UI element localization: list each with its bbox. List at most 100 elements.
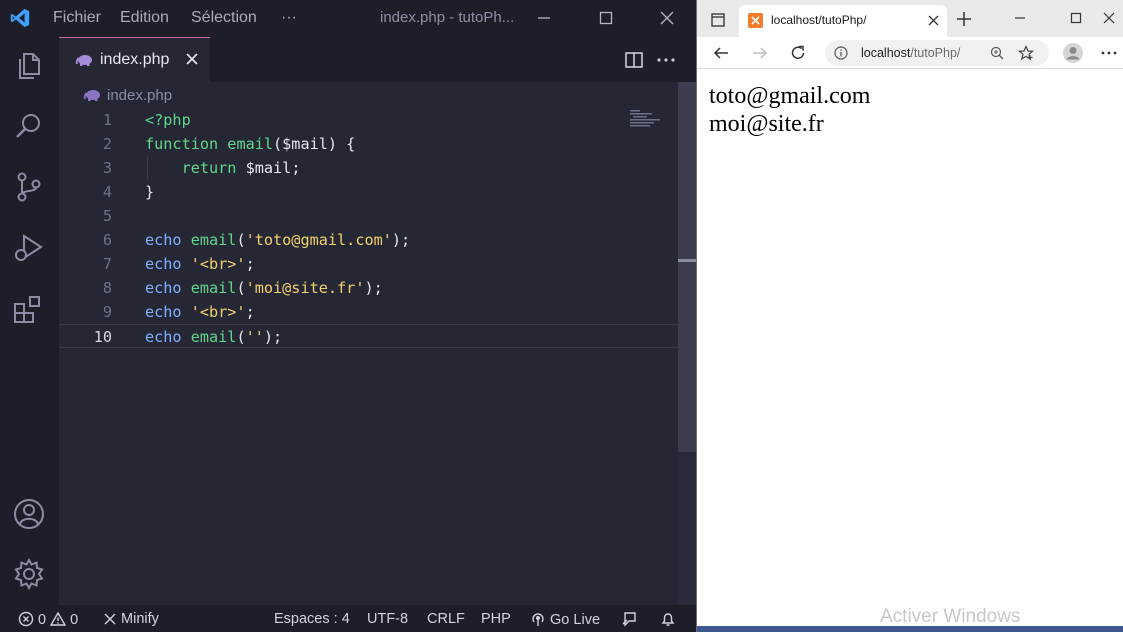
code-token: ( <box>236 279 246 297</box>
forward-arrow-icon[interactable] <box>751 44 769 62</box>
address-bar[interactable]: localhost/tutoPhp/ <box>825 40 1049 66</box>
minimize-icon[interactable] <box>532 6 556 30</box>
explorer-icon[interactable] <box>12 49 46 83</box>
vscode-window: Fichier Edition Sélection ··· index.php … <box>0 0 696 632</box>
php-elephant-icon <box>83 90 100 101</box>
language-mode-selector[interactable]: PHP <box>481 611 511 627</box>
code-line[interactable]: 5 <box>59 204 679 228</box>
menu-more[interactable]: ··· <box>281 9 297 27</box>
code-token: email <box>190 279 237 297</box>
code-line[interactable]: 3 return $mail; <box>59 156 679 180</box>
code-line[interactable]: 1 <?php <box>59 108 679 132</box>
encoding-selector[interactable]: UTF-8 <box>367 611 408 627</box>
code-token: '' <box>245 328 264 346</box>
tab-index-php[interactable]: index.php <box>59 37 210 82</box>
notifications-bell-icon[interactable] <box>659 610 677 628</box>
browser-close-icon[interactable] <box>1101 10 1117 26</box>
minify-label: Minify <box>121 611 159 627</box>
browser-minimize-icon[interactable] <box>1012 10 1028 26</box>
code-line[interactable]: 8 echo email('moi@site.fr'); <box>59 276 679 300</box>
code-line[interactable]: 10 echo email(''); <box>59 324 679 348</box>
code-line[interactable]: 4} <box>59 180 679 204</box>
account-icon[interactable] <box>12 497 46 531</box>
code-line[interactable]: 2 function email($mail) { <box>59 132 679 156</box>
search-icon[interactable] <box>12 109 46 143</box>
tab-label: index.php <box>100 51 170 68</box>
menu-edition[interactable]: Edition <box>120 9 169 27</box>
browser-tab-close-icon[interactable] <box>927 14 940 27</box>
line-number: 5 <box>102 207 112 225</box>
broadcast-icon <box>532 613 544 626</box>
error-count: 0 <box>38 612 47 628</box>
code-line[interactable]: 7 echo '<br>'; <box>59 252 679 276</box>
code-token: email <box>227 135 274 153</box>
line-number: 6 <box>102 231 112 249</box>
browser-tab-localhost[interactable]: localhost/tutoPhp/ <box>739 5 947 37</box>
line-number: 7 <box>102 255 112 273</box>
code-text: } <box>145 180 154 204</box>
php-elephant-icon <box>75 55 92 66</box>
code-token: echo <box>145 279 191 297</box>
tab-close-icon[interactable] <box>183 50 201 68</box>
extensions-icon[interactable] <box>12 293 46 327</box>
code-token: ); <box>364 279 383 297</box>
browser-menu-icon[interactable] <box>1100 44 1118 62</box>
activate-windows-watermark: Activer Windows <box>880 606 1021 627</box>
code-text: echo '<br>'; <box>145 252 255 276</box>
profile-avatar-icon[interactable] <box>1062 42 1084 64</box>
code-token: ( <box>236 231 246 249</box>
source-control-icon[interactable] <box>12 170 46 204</box>
split-editor-icon[interactable] <box>623 49 645 71</box>
browser-tab-strip: localhost/tutoPhp/ <box>697 0 1123 37</box>
code-token: ); <box>263 328 283 346</box>
code-token: <?php <box>145 111 191 129</box>
code-line[interactable]: 6 echo email('toto@gmail.com'); <box>59 228 679 252</box>
minify-button[interactable]: Minify <box>103 611 159 627</box>
go-live-button[interactable]: Go Live <box>530 611 600 628</box>
warning-count: 0 <box>70 612 79 628</box>
zoom-icon[interactable] <box>990 46 1004 60</box>
settings-gear-icon[interactable] <box>12 557 46 591</box>
code-line[interactable]: 9 echo '<br>'; <box>59 300 679 324</box>
line-number: 10 <box>93 328 112 346</box>
eol-selector[interactable]: CRLF <box>427 611 465 627</box>
code-text: echo email(''); <box>145 325 282 349</box>
line-number: 4 <box>102 183 112 201</box>
code-token: '<br>' <box>190 303 246 321</box>
more-actions-icon[interactable] <box>655 49 677 71</box>
go-live-label: Go Live <box>550 612 601 628</box>
browser-maximize-icon[interactable] <box>1068 10 1084 26</box>
browser-tab-title: localhost/tutoPhp/ <box>771 13 867 27</box>
page-content: toto@gmail.com moi@site.fr Activer Windo… <box>697 69 1123 632</box>
close-window-icon[interactable] <box>655 6 679 30</box>
breadcrumb-file[interactable]: index.php <box>107 87 172 104</box>
status-bar: 0 0 Minify Espaces : 4 UTF-8 CRLF PHP Go… <box>0 605 696 632</box>
code-token: ; <box>245 303 255 321</box>
code-token: $mail; <box>236 159 301 177</box>
code-token: ( <box>236 328 246 346</box>
vscode-logo-icon <box>10 8 30 28</box>
tab-actions-icon[interactable] <box>710 12 726 28</box>
taskbar-edge <box>697 626 1123 632</box>
indentation-selector[interactable]: Espaces : 4 <box>274 611 350 627</box>
refresh-icon[interactable] <box>789 44 807 62</box>
site-info-icon[interactable] <box>834 46 848 60</box>
vertical-scrollbar[interactable] <box>678 82 696 605</box>
back-arrow-icon[interactable] <box>712 44 730 62</box>
minimap[interactable] <box>630 108 670 128</box>
run-debug-icon[interactable] <box>12 231 46 265</box>
feedback-icon[interactable] <box>620 610 638 628</box>
new-tab-icon[interactable] <box>955 10 973 28</box>
browser-toolbar: localhost/tutoPhp/ <box>697 37 1123 69</box>
code-editor[interactable]: 1 <?php 2 function email($mail) {3 return $… <box>59 108 679 605</box>
add-favorite-icon[interactable] <box>1018 45 1034 61</box>
warning-icon <box>49 611 67 626</box>
menu-selection[interactable]: Sélection <box>191 9 257 27</box>
problems-indicator[interactable]: 0 0 <box>18 611 78 628</box>
breadcrumb: index.php <box>59 82 696 108</box>
scrollbar-thumb[interactable] <box>678 82 696 452</box>
maximize-icon[interactable] <box>594 6 618 30</box>
url-text[interactable]: localhost/tutoPhp/ <box>861 46 960 60</box>
menu-fichier[interactable]: Fichier <box>53 9 101 27</box>
